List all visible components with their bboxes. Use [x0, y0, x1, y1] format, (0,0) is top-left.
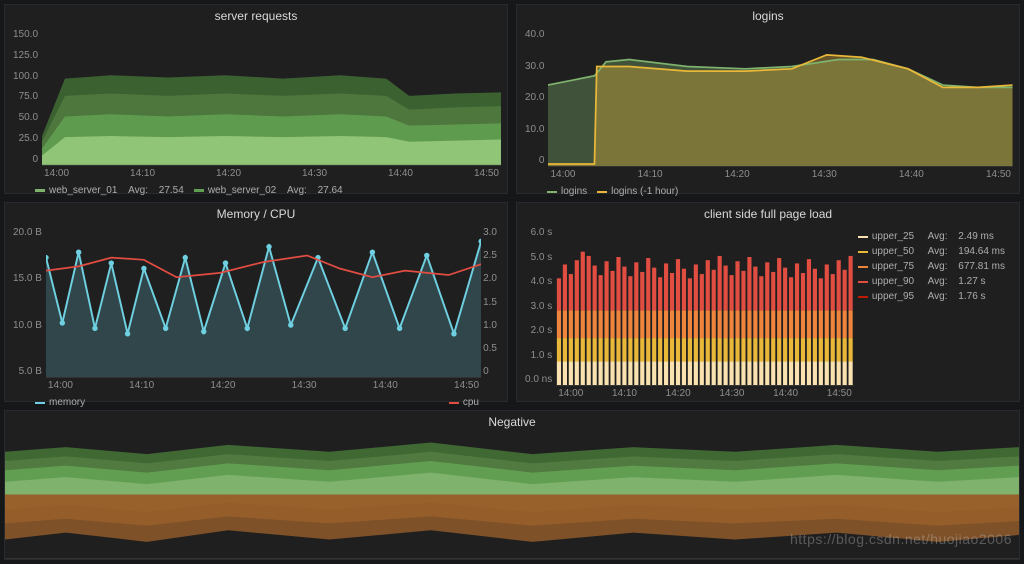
panel-logins[interactable]: logins 40.0 30.0 20.0 10.0 0 — [516, 4, 1020, 194]
panel-page-load[interactable]: client side full page load 6.0 s 5.0 s 4… — [516, 202, 1020, 402]
panel-title: Memory / CPU — [5, 203, 507, 223]
y-axis: 150.0 125.0 100.0 75.0 50.0 25.0 0 — [11, 27, 42, 179]
panel-memory-cpu[interactable]: Memory / CPU 20.0 B 15.0 B 10.0 B 5.0 B — [4, 202, 508, 402]
panel-server-requests[interactable]: server requests 150.0 125.0 100.0 75.0 5… — [4, 4, 508, 194]
panel-title: server requests — [5, 5, 507, 25]
legend-item[interactable]: logins (-1 hour) — [597, 186, 678, 197]
chart-area[interactable] — [5, 431, 1019, 559]
legend-item[interactable]: web_server_01 Avg: 27.54 — [35, 185, 184, 196]
panel-negative[interactable]: Negative — [4, 410, 1020, 560]
legend-item[interactable]: cpu — [449, 397, 479, 408]
chart-area[interactable] — [548, 27, 1013, 167]
y-axis: 40.0 30.0 20.0 10.0 0 — [523, 27, 548, 180]
legend-item[interactable]: memory — [35, 397, 85, 408]
legend-item[interactable]: logins — [547, 186, 587, 197]
legend-item[interactable]: web_server_02 Avg: 27.64 — [194, 185, 343, 196]
legend-item[interactable]: upper_90 Avg: 1.27 s — [858, 276, 1005, 287]
legend-item[interactable]: upper_75 Avg: 677.81 ms — [858, 261, 1005, 272]
chart-area[interactable] — [42, 27, 501, 166]
y-axis-right: 3.0 2.5 2.0 1.5 1.0 0.5 0 — [481, 225, 501, 391]
legend-item[interactable]: upper_50 Avg: 194.64 ms — [858, 246, 1005, 257]
chart-area[interactable] — [556, 225, 854, 386]
legend: logins logins (-1 hour) — [517, 182, 1019, 203]
panel-title: Negative — [5, 411, 1019, 431]
x-axis: 14:00 14:10 14:20 14:30 14:40 14:50 — [46, 378, 481, 391]
y-axis: 6.0 s 5.0 s 4.0 s 3.0 s 2.0 s 1.0 s 0.0 … — [523, 225, 556, 399]
x-axis: 14:00 14:10 14:20 14:30 14:40 14:50 — [42, 166, 501, 179]
chart-area[interactable] — [46, 225, 481, 378]
legend-item[interactable]: upper_25 Avg: 2.49 ms — [858, 231, 1005, 242]
legend: upper_25 Avg: 2.49 ms upper_50 Avg: 194.… — [854, 225, 1013, 399]
x-axis: 14:00 14:10 14:20 14:30 14:40 14:50 — [548, 167, 1013, 180]
x-axis: 14:00 14:10 14:20 14:30 14:40 14:50 — [556, 386, 854, 399]
panel-title: logins — [517, 5, 1019, 25]
y-axis-left: 20.0 B 15.0 B 10.0 B 5.0 B — [11, 225, 46, 391]
panel-title: client side full page load — [517, 203, 1019, 223]
legend-item[interactable]: upper_95 Avg: 1.76 s — [858, 291, 1005, 302]
